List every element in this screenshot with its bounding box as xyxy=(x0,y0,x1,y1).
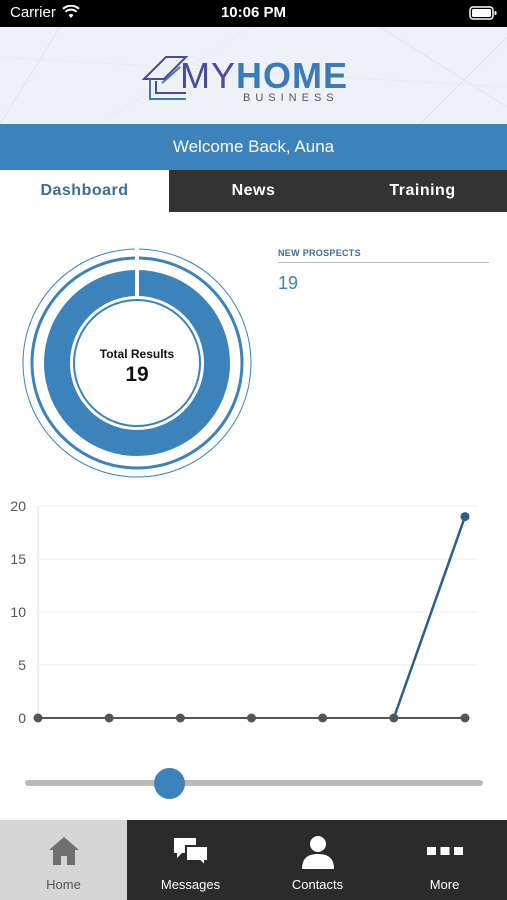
y-tick-label: 10 xyxy=(10,604,26,620)
new-prospects-label: NEW PROSPECTS xyxy=(278,248,361,258)
battery-icon xyxy=(469,6,497,25)
y-tick-label: 0 xyxy=(18,710,26,726)
data-point xyxy=(460,512,470,522)
series-segment xyxy=(392,516,467,719)
tabbar-more[interactable]: More xyxy=(381,820,507,900)
y-tick-label: 5 xyxy=(18,657,26,673)
data-point xyxy=(104,713,114,723)
logo-home: HOME xyxy=(236,55,348,96)
slider-thumb[interactable] xyxy=(153,768,185,799)
app-header: MYHOME BUSINESS xyxy=(0,27,507,124)
tabbar-messages[interactable]: Messages xyxy=(127,820,254,900)
bottom-tab-bar: Home Messages Contacts More xyxy=(0,820,507,900)
data-point-baseline xyxy=(460,713,470,723)
donut-gap xyxy=(135,246,139,298)
clock: 10:06 PM xyxy=(220,4,287,21)
status-bar: Carrier 10:06 PM xyxy=(0,0,507,27)
logo-my: MY xyxy=(180,55,236,96)
tabbar-home[interactable]: Home xyxy=(0,820,127,900)
y-tick-label: 15 xyxy=(10,551,26,567)
tab-dashboard[interactable]: Dashboard xyxy=(0,170,169,212)
section-tabs: Dashboard News Training xyxy=(0,170,507,212)
y-tick-label: 20 xyxy=(10,498,26,514)
data-point xyxy=(318,713,328,723)
results-line-chart: 0 5 10 15 20 xyxy=(10,498,478,726)
data-point xyxy=(247,713,256,723)
tabbar-more-label: More xyxy=(429,877,460,892)
data-point xyxy=(389,713,399,723)
time-slider[interactable] xyxy=(25,760,483,806)
prospects-divider xyxy=(278,262,489,263)
home-icon xyxy=(0,834,127,870)
tab-training[interactable]: Training xyxy=(338,170,507,212)
contacts-icon xyxy=(254,834,381,870)
logo-subtitle: BUSINESS xyxy=(243,92,339,104)
tabbar-home-label: Home xyxy=(46,877,81,892)
welcome-banner: Welcome Back, Auna xyxy=(0,124,507,170)
data-point xyxy=(175,713,185,723)
new-prospects-value: 19 xyxy=(278,273,299,293)
tabbar-messages-label: Messages xyxy=(160,877,221,892)
total-results-value: 19 xyxy=(125,363,149,386)
tabbar-contacts-label: Contacts xyxy=(291,877,344,892)
data-point xyxy=(33,713,43,723)
more-icon xyxy=(381,834,507,870)
logo-wordmark: MYHOME xyxy=(180,55,348,97)
tab-news[interactable]: News xyxy=(169,170,338,212)
tabbar-contacts[interactable]: Contacts xyxy=(254,820,381,900)
messages-icon xyxy=(127,834,254,870)
slider-track[interactable] xyxy=(25,780,483,786)
total-results-label: Total Results xyxy=(99,347,175,361)
